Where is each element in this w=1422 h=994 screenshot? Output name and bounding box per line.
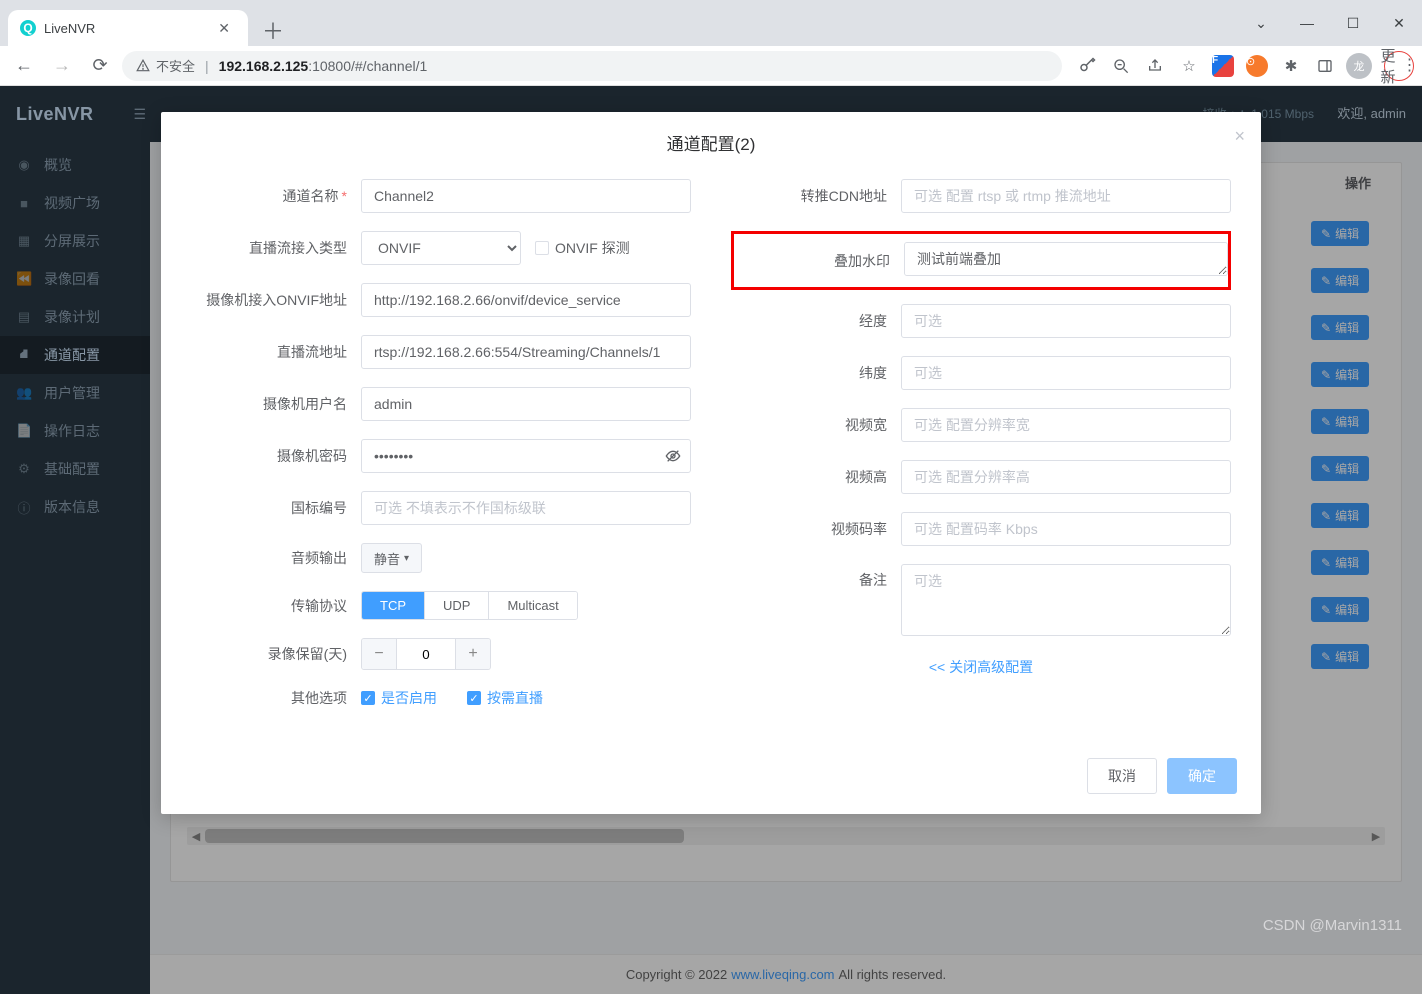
cam-pass-input[interactable]	[361, 439, 691, 473]
extension-ff-icon[interactable]: F	[1208, 51, 1238, 81]
tab-title: LiveNVR	[44, 21, 152, 36]
lon-input[interactable]	[901, 304, 1231, 338]
nav-back-button[interactable]: ←	[8, 50, 40, 82]
nav-forward-button[interactable]: →	[46, 50, 78, 82]
label-keep-days: 录像保留(天)	[191, 644, 361, 664]
channel-config-modal: 通道配置(2) × 通道名称* 直播流接入类型 ONVIF ONVIF 探测	[161, 112, 1261, 814]
label-channel-name: 通道名称	[283, 188, 339, 204]
label-other: 其他选项	[191, 688, 361, 708]
stream-addr-input[interactable]	[361, 335, 691, 369]
browser-tab[interactable]: Q LiveNVR ✕	[8, 10, 248, 46]
ok-button[interactable]: 确定	[1167, 758, 1237, 794]
onvif-addr-input[interactable]	[361, 283, 691, 317]
video-width-input[interactable]	[901, 408, 1231, 442]
watermark-highlight: 叠加水印 测试前端叠加	[731, 231, 1231, 290]
channel-name-input[interactable]	[361, 179, 691, 213]
ondemand-checkbox[interactable]: ✓按需直播	[467, 688, 543, 708]
keep-days-stepper[interactable]: − +	[361, 638, 491, 670]
modal-close-icon[interactable]: ×	[1234, 126, 1245, 147]
password-eye-icon[interactable]	[665, 448, 681, 464]
label-cdn: 转推CDN地址	[731, 186, 901, 206]
window-minimize-button[interactable]: —	[1284, 0, 1330, 46]
tab-favicon-icon: Q	[20, 20, 36, 36]
bookmark-star-icon[interactable]: ☆	[1174, 51, 1204, 81]
security-warning-icon: 不安全	[136, 56, 195, 75]
video-bitrate-input[interactable]	[901, 512, 1231, 546]
key-icon[interactable]	[1072, 51, 1102, 81]
label-vh: 视频高	[731, 467, 901, 487]
zoom-out-icon[interactable]	[1106, 51, 1136, 81]
enable-checkbox[interactable]: ✓是否启用	[361, 688, 437, 708]
nav-reload-button[interactable]: ⟳	[84, 50, 116, 82]
tab-close-icon[interactable]: ✕	[212, 20, 236, 37]
modal-title: 通道配置(2)	[667, 135, 756, 154]
url-display: 192.168.2.125:10800/#/channel/1	[219, 58, 428, 74]
label-proto: 传输协议	[191, 596, 361, 616]
label-cam-pass: 摄像机密码	[191, 446, 361, 466]
new-tab-button[interactable]: ＋	[248, 14, 298, 46]
profile-avatar[interactable]: 龙	[1344, 51, 1374, 81]
gb-id-input[interactable]	[361, 491, 691, 525]
chevron-down-icon[interactable]: ⌄	[1238, 0, 1284, 46]
audio-out-dropdown[interactable]: 静音▾	[361, 543, 422, 573]
label-remark: 备注	[731, 564, 901, 590]
cam-user-input[interactable]	[361, 387, 691, 421]
address-bar[interactable]: 不安全 | 192.168.2.125:10800/#/channel/1	[122, 51, 1062, 81]
label-lat: 纬度	[731, 363, 901, 383]
extension-octo-icon[interactable]: ⊙	[1242, 51, 1272, 81]
proto-udp[interactable]: UDP	[424, 592, 488, 619]
remark-input[interactable]	[901, 564, 1231, 636]
extensions-puzzle-icon[interactable]: ✱	[1276, 51, 1306, 81]
stepper-plus-button[interactable]: +	[456, 639, 490, 669]
browser-update-button[interactable]: 更新⋮	[1384, 51, 1414, 81]
label-gb-id: 国标编号	[191, 498, 361, 518]
proto-multicast[interactable]: Multicast	[488, 592, 576, 619]
cancel-button[interactable]: 取消	[1087, 758, 1157, 794]
proto-tcp[interactable]: TCP	[362, 592, 424, 619]
label-lon: 经度	[731, 311, 901, 331]
keep-days-input[interactable]	[396, 639, 456, 669]
lat-input[interactable]	[901, 356, 1231, 390]
cdn-input[interactable]	[901, 179, 1231, 213]
label-vw: 视频宽	[731, 415, 901, 435]
csdn-watermark: CSDN @Marvin1311	[1263, 917, 1402, 934]
watermark-input[interactable]: 测试前端叠加	[904, 242, 1228, 276]
label-stream-addr: 直播流地址	[191, 342, 361, 362]
video-height-input[interactable]	[901, 460, 1231, 494]
label-access-type: 直播流接入类型	[191, 238, 361, 258]
side-panel-icon[interactable]	[1310, 51, 1340, 81]
window-close-button[interactable]: ✕	[1376, 0, 1422, 46]
stepper-minus-button[interactable]: −	[362, 639, 396, 669]
label-watermark: 叠加水印	[734, 251, 904, 271]
label-onvif-addr: 摄像机接入ONVIF地址	[191, 290, 361, 310]
toggle-advanced-link[interactable]: << 关闭高级配置	[929, 659, 1033, 675]
access-type-select[interactable]: ONVIF	[361, 231, 521, 265]
label-audio-out: 音频输出	[191, 548, 361, 568]
window-maximize-button[interactable]: ☐	[1330, 0, 1376, 46]
onvif-probe-checkbox[interactable]: ONVIF 探测	[535, 238, 630, 258]
label-vbr: 视频码率	[731, 519, 901, 539]
label-cam-user: 摄像机用户名	[191, 394, 361, 414]
share-icon[interactable]	[1140, 51, 1170, 81]
